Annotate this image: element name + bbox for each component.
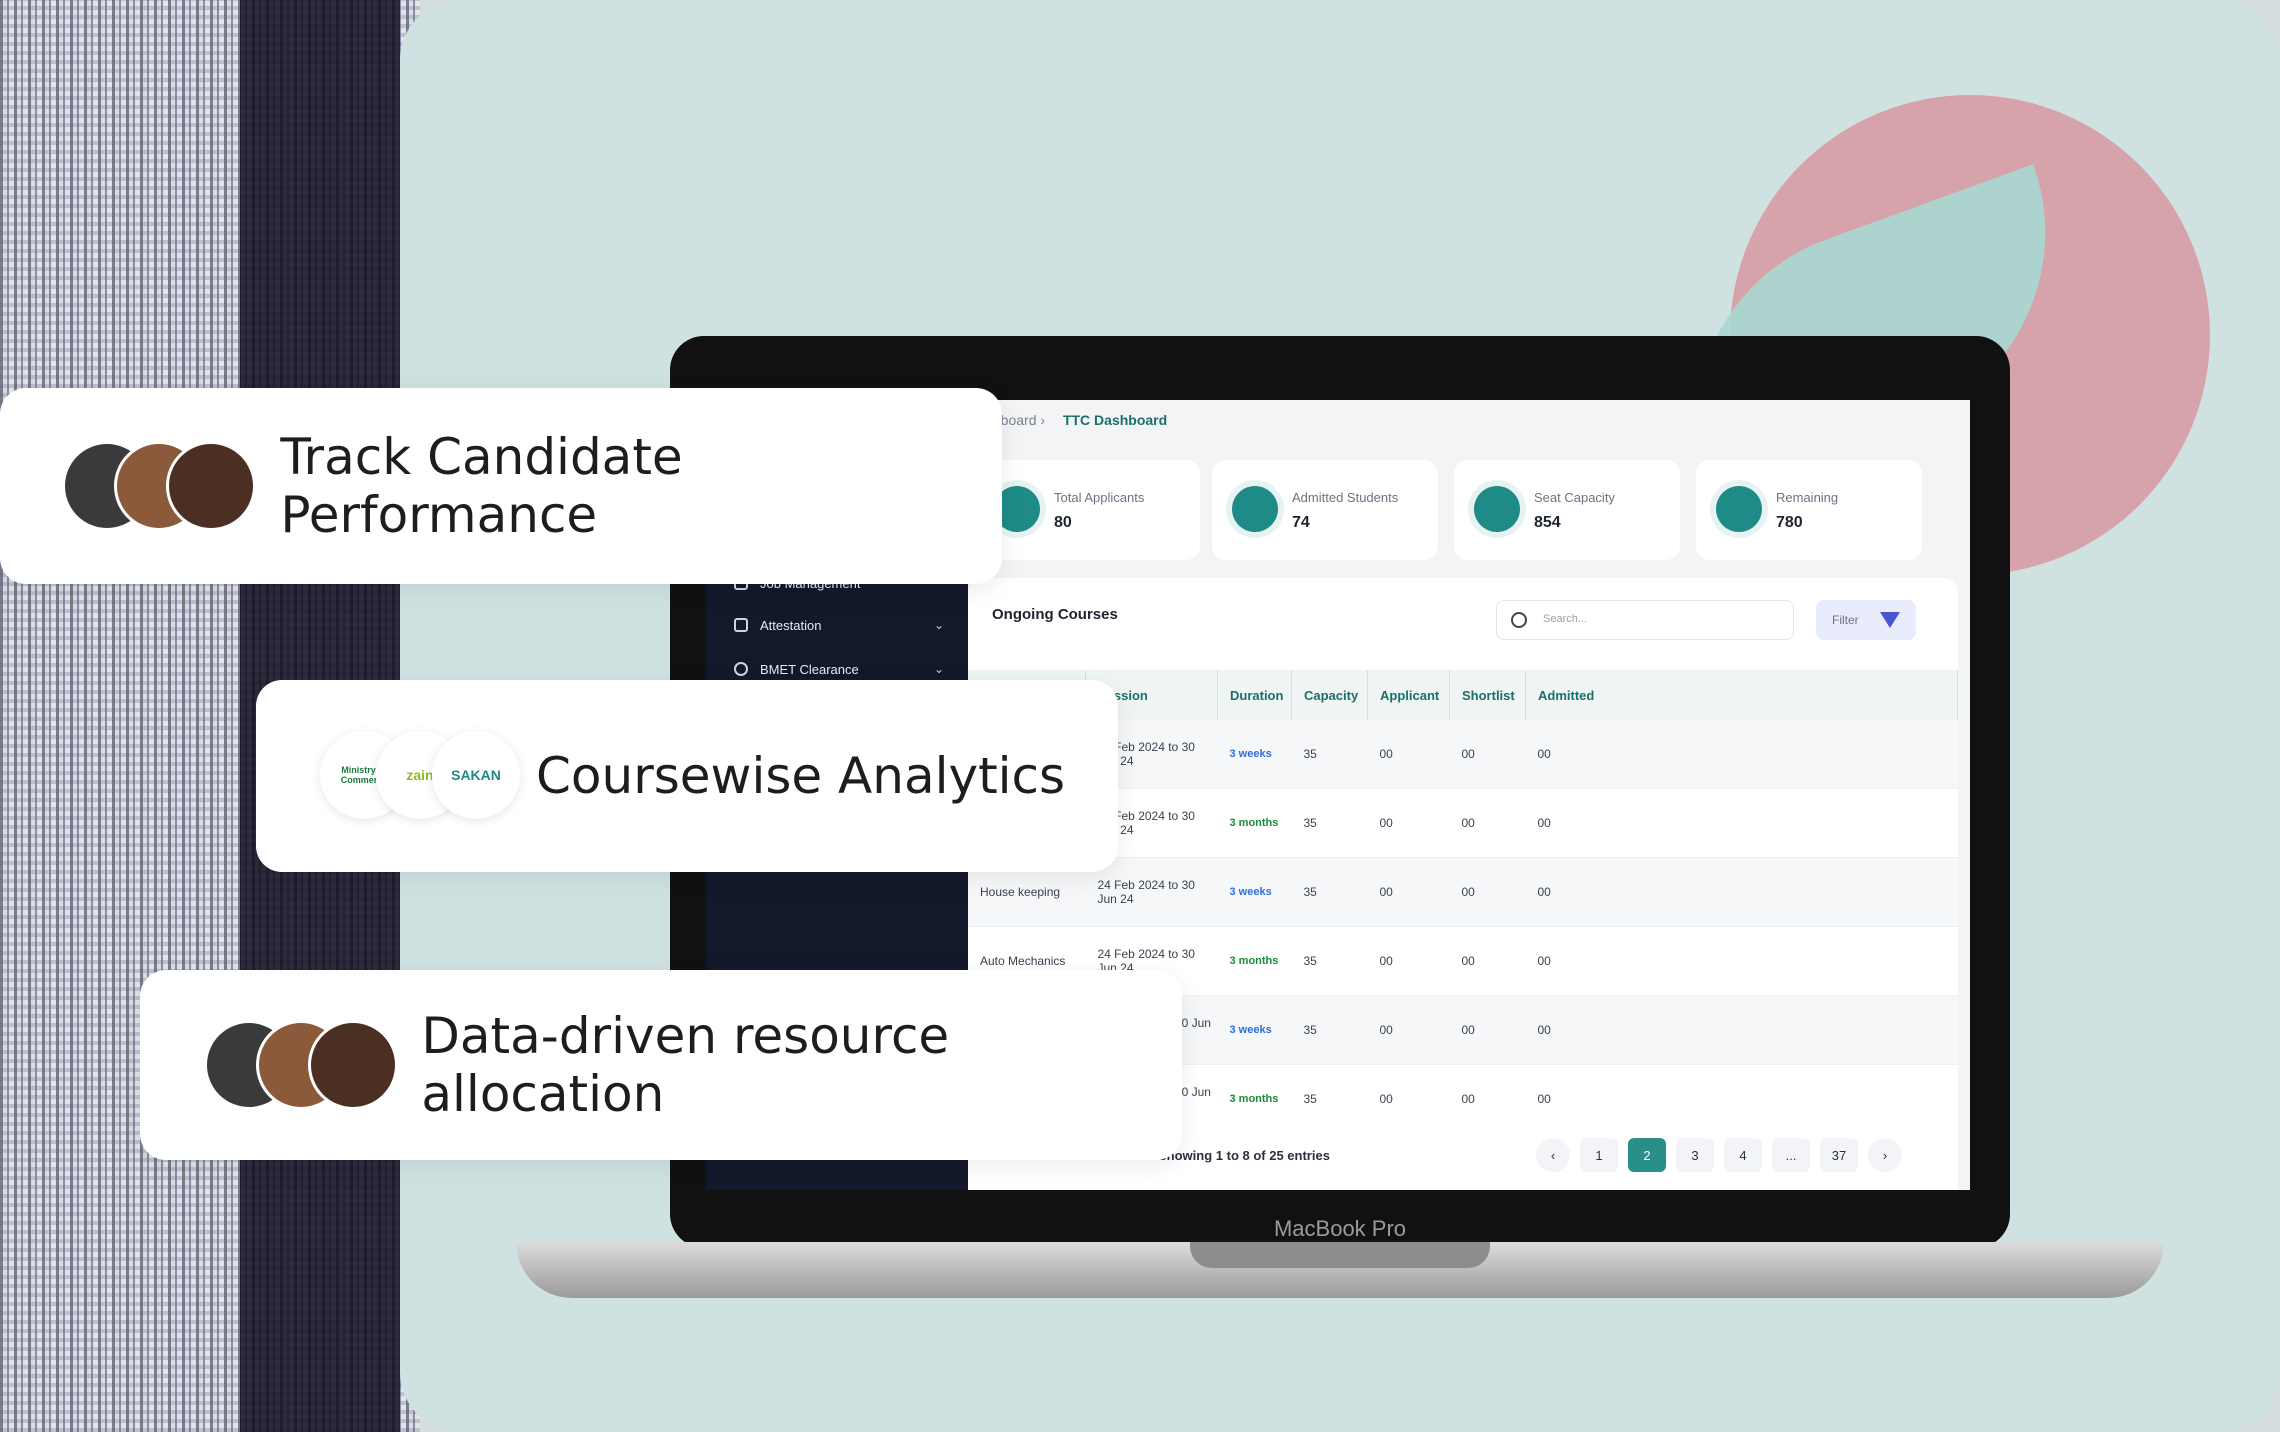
- group-icon: [1716, 486, 1762, 532]
- stat-label: Admitted Students: [1292, 490, 1399, 505]
- page-button[interactable]: 4: [1724, 1138, 1762, 1172]
- avatar: [308, 1020, 398, 1110]
- avatar-group: [204, 1020, 398, 1110]
- stat-label: Remaining: [1776, 490, 1839, 505]
- page-button-active[interactable]: 2: [1628, 1138, 1666, 1172]
- cell-admitted: 00: [1525, 857, 1958, 927]
- cell-duration: 3 months: [1217, 926, 1292, 996]
- prev-page-button[interactable]: ‹: [1536, 1138, 1570, 1172]
- feature-card-coursewise-analytics: Ministry of Commerce zain SAKAN Coursewi…: [256, 680, 1118, 872]
- stat-value: 780: [1776, 514, 1803, 531]
- stat-label: Seat Capacity: [1534, 490, 1615, 505]
- stat-value: 80: [1054, 514, 1072, 531]
- page-button[interactable]: 3: [1676, 1138, 1714, 1172]
- column-header: Applicant: [1367, 670, 1450, 720]
- sakan-logo: SAKAN: [432, 731, 520, 819]
- entries-info: Showing 1 to 8 of 25 entries: [1158, 1148, 1330, 1163]
- column-header: Duration: [1217, 670, 1292, 720]
- feature-card-track-performance: Track Candidate Performance: [0, 388, 1002, 584]
- stat-card-remaining: Remaining 780: [1696, 460, 1922, 560]
- filter-button[interactable]: Filter: [1816, 600, 1916, 640]
- cell-duration: 3 weeks: [1217, 857, 1292, 927]
- pagination: ‹ 1 2 3 4 ... 37 ›: [1536, 1138, 1902, 1172]
- avatar: [166, 441, 256, 531]
- cell-applicant: 00: [1367, 788, 1450, 858]
- cell-admitted: 00: [1525, 995, 1958, 1065]
- cell-applicant: 00: [1367, 857, 1450, 927]
- chevron-down-icon: ⌄: [934, 618, 945, 632]
- cell-shortlist: 00: [1449, 1064, 1526, 1134]
- cell-admitted: 00: [1525, 788, 1958, 858]
- logo-zain-text: zain: [406, 767, 434, 783]
- next-page-button[interactable]: ›: [1868, 1138, 1902, 1172]
- cell-shortlist: 00: [1449, 788, 1526, 858]
- avatar-group: [62, 441, 258, 531]
- cell-capacity: 35: [1291, 720, 1368, 789]
- laptop-brand: MacBook Pro: [1273, 1216, 1407, 1241]
- chevron-right-icon: ›: [1040, 412, 1049, 428]
- cell-capacity: 35: [1291, 926, 1368, 996]
- chevron-down-icon: ⌄: [934, 662, 945, 676]
- cell-admitted: 00: [1525, 720, 1958, 789]
- cell-admitted: 00: [1525, 926, 1958, 996]
- feature-title: Coursewise Analytics: [536, 747, 1066, 805]
- cell-duration: 3 months: [1217, 788, 1292, 858]
- logo-sakan-text: SAKAN: [451, 767, 501, 783]
- stat-value: 854: [1534, 514, 1561, 531]
- stat-label: Total Applicants: [1054, 490, 1145, 505]
- group-icon: [1474, 486, 1520, 532]
- table-row[interactable]: House keeping 24 Feb 2024 to 30 Jun 24 3 w…: [968, 857, 1958, 927]
- cell-duration: 3 weeks: [1217, 720, 1292, 789]
- cell-shortlist: 00: [1449, 926, 1526, 996]
- cell-applicant: 00: [1367, 926, 1450, 996]
- search-input[interactable]: Search...: [1496, 600, 1794, 640]
- cell-applicant: 00: [1367, 995, 1450, 1065]
- user-icon: [734, 662, 748, 676]
- feature-title: Data-driven resource allocation: [421, 1007, 950, 1123]
- funnel-icon: [1880, 612, 1900, 628]
- cell-shortlist: 00: [1449, 995, 1526, 1065]
- feature-title: Track Candidate Performance: [280, 428, 683, 544]
- chart-icon: [734, 618, 748, 632]
- cell-duration: 3 weeks: [1217, 995, 1292, 1065]
- sidebar-item-attestation[interactable]: Attestation ⌄: [734, 610, 944, 640]
- cell-capacity: 35: [1291, 1064, 1368, 1134]
- cell-capacity: 35: [1291, 788, 1368, 858]
- logo-group: Ministry of Commerce zain SAKAN: [320, 731, 520, 821]
- stat-card-total-applicants: Total Applicants 80: [974, 460, 1200, 560]
- filter-label: Filter: [1832, 613, 1859, 627]
- laptop-notch: [1190, 1242, 1490, 1268]
- cell-capacity: 35: [1291, 995, 1368, 1065]
- panel-title: Ongoing Courses: [992, 606, 1118, 623]
- cell-applicant: 00: [1367, 1064, 1450, 1134]
- sidebar-item-label: Attestation: [760, 617, 822, 633]
- stat-card-admitted-students: Admitted Students 74: [1212, 460, 1438, 560]
- cell-capacity: 35: [1291, 857, 1368, 927]
- cell-shortlist: 00: [1449, 720, 1526, 789]
- page-ellipsis: ...: [1772, 1138, 1810, 1172]
- page-button[interactable]: 1: [1580, 1138, 1618, 1172]
- page-button[interactable]: 37: [1820, 1138, 1858, 1172]
- search-icon: [1511, 612, 1527, 628]
- feature-card-resource-allocation: Data-driven resource allocation: [140, 970, 1182, 1160]
- stat-card-seat-capacity: Seat Capacity 854: [1454, 460, 1680, 560]
- cell-duration: 3 months: [1217, 1064, 1292, 1134]
- stat-value: 74: [1292, 514, 1310, 531]
- column-header: Capacity: [1291, 670, 1368, 720]
- cell-shortlist: 00: [1449, 857, 1526, 927]
- search-placeholder: Search...: [1543, 613, 1588, 625]
- cell-applicant: 00: [1367, 720, 1450, 789]
- sidebar-item-label: BMET Clearance: [760, 661, 859, 677]
- cell-admitted: 00: [1525, 1064, 1958, 1134]
- column-header: Admitted: [1525, 670, 1958, 720]
- breadcrumb-current: TTC Dashboard: [1062, 412, 1168, 428]
- group-icon: [1232, 486, 1278, 532]
- column-header: Shortlist: [1449, 670, 1526, 720]
